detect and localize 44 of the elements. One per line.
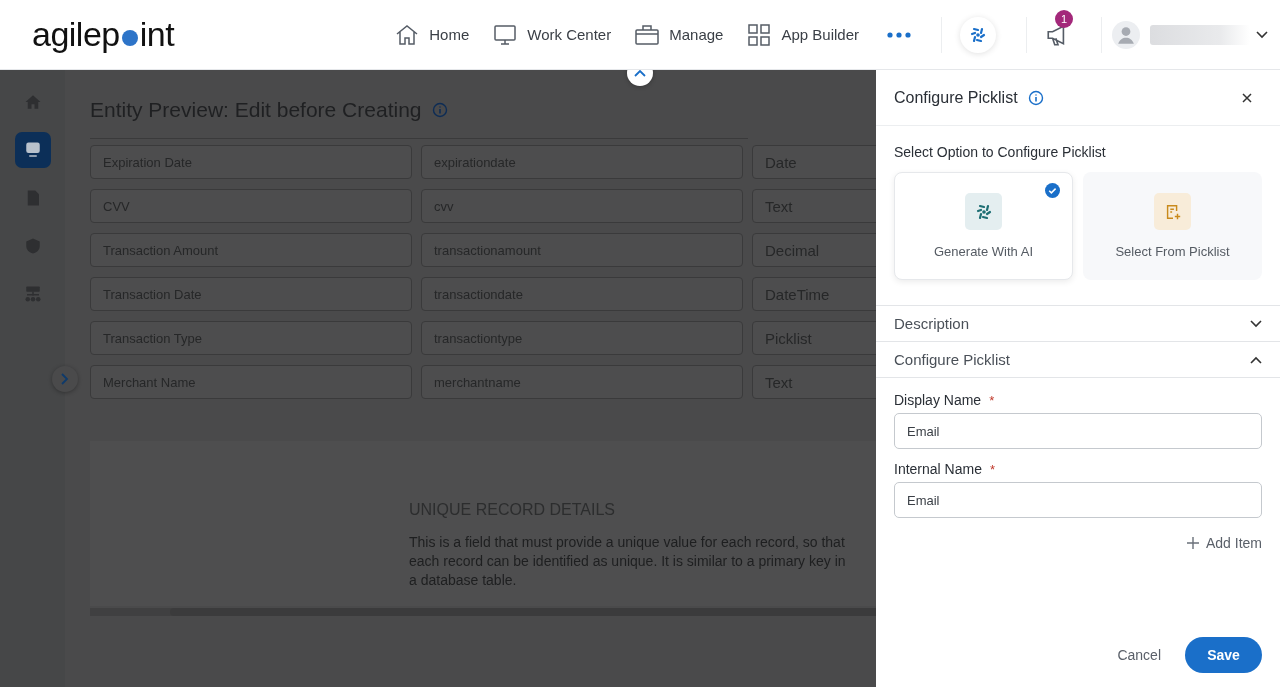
nav-link[interactable]: App Builder xyxy=(747,22,859,47)
home-icon xyxy=(395,22,420,47)
scrollbar-thumb[interactable] xyxy=(170,608,876,616)
grid-icon xyxy=(747,22,772,47)
nav-link[interactable]: Work Center xyxy=(493,22,612,47)
panel-title: Configure Picklist xyxy=(894,88,1018,107)
accordion-header[interactable]: Configure Picklist xyxy=(876,342,1280,378)
accordion-header[interactable]: Description xyxy=(876,306,1280,342)
sidebar-item[interactable] xyxy=(14,132,51,168)
monitor-icon xyxy=(493,22,518,47)
nav-link[interactable]: Home xyxy=(395,22,470,47)
logo[interactable]: agilep int xyxy=(32,15,175,54)
field-label: Display Name xyxy=(894,392,982,408)
notification-badge: 1 xyxy=(1055,9,1073,28)
add-item-link[interactable]: Add Item xyxy=(1186,535,1262,551)
field-label: Internal Name xyxy=(894,461,982,477)
close-icon[interactable] xyxy=(1242,92,1252,103)
chevron-down-icon xyxy=(1250,319,1262,328)
chevron-right-icon xyxy=(61,373,69,385)
required-mark: * xyxy=(989,461,995,477)
plus-icon xyxy=(1186,537,1199,549)
option-card[interactable]: Generate With AI xyxy=(894,172,1073,280)
monitor-icon xyxy=(23,141,42,159)
section-label: Select Option to Configure Picklist xyxy=(894,144,1107,160)
input-field[interactable]: Email xyxy=(894,482,1262,518)
chevron-up-icon xyxy=(634,70,646,77)
more-icon[interactable] xyxy=(887,31,911,38)
sparkle-icon xyxy=(965,193,1002,230)
check-icon xyxy=(1045,183,1060,198)
info-icon[interactable] xyxy=(1027,89,1044,106)
briefcase-icon xyxy=(635,22,660,47)
ai-button[interactable] xyxy=(960,16,996,53)
home-icon xyxy=(23,93,42,111)
chevron-down-icon[interactable] xyxy=(1256,30,1268,39)
save-button[interactable]: Save xyxy=(1185,637,1262,673)
required-mark: * xyxy=(989,392,995,408)
input-field[interactable]: Email xyxy=(894,413,1262,449)
cancel-button[interactable]: Cancel xyxy=(1117,647,1161,663)
document-plus-icon xyxy=(1154,193,1191,230)
option-card[interactable]: Select From Picklist xyxy=(1083,172,1262,280)
chevron-up-icon xyxy=(1250,355,1262,364)
nav-link[interactable]: Manage xyxy=(635,22,724,47)
shield-icon xyxy=(23,237,42,255)
hierarchy-icon xyxy=(23,285,42,303)
